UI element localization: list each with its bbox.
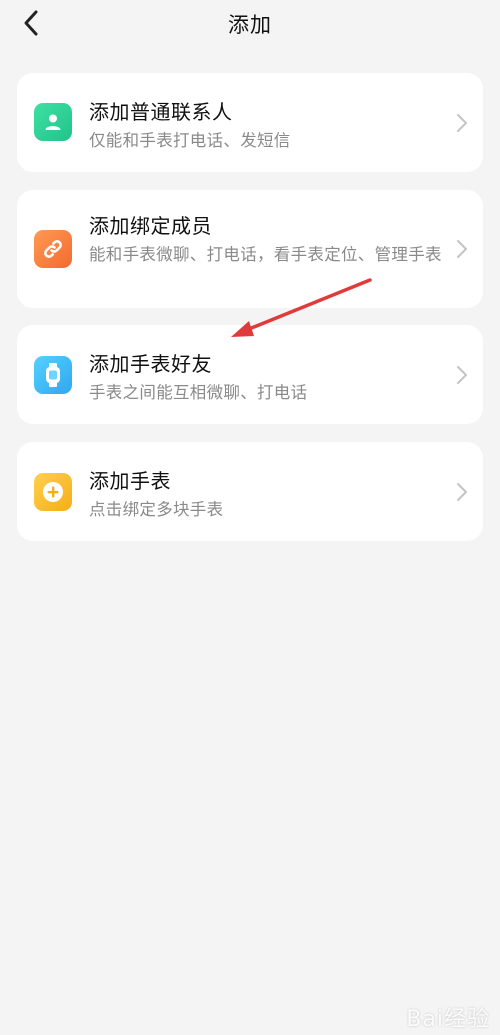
- chevron-right-icon: [457, 366, 467, 384]
- card-subtitle: 能和手表微聊、打电话，看手表定位、管理手表: [89, 245, 442, 264]
- card-title: 添加绑定成员: [89, 214, 212, 238]
- top-bar: 添加: [0, 0, 500, 48]
- chevron-right-icon: [457, 483, 467, 501]
- add-bound-member-card[interactable]: 添加绑定成员 能和手表微聊、打电话，看手表定位、管理手表: [17, 190, 483, 308]
- chevron-right-icon: [457, 114, 467, 132]
- card-subtitle: 点击绑定多块手表: [89, 500, 224, 519]
- plus-circle-icon: [34, 473, 72, 511]
- card-title: 添加手表: [89, 469, 171, 493]
- card-title: 添加普通联系人: [89, 100, 233, 124]
- link-icon: [34, 230, 72, 268]
- watermark: Bai经验: [406, 1007, 490, 1032]
- add-watch-friend-card[interactable]: 添加手表好友 手表之间能互相微聊、打电话: [17, 325, 483, 424]
- card-subtitle: 手表之间能互相微聊、打电话: [89, 383, 308, 402]
- page-title: 添加: [228, 13, 272, 37]
- card-title: 添加手表好友: [89, 352, 212, 376]
- chevron-right-icon: [457, 240, 467, 258]
- card-subtitle: 仅能和手表打电话、发短信: [89, 131, 291, 150]
- watch-icon: [34, 356, 72, 394]
- add-contact-card[interactable]: 添加普通联系人 仅能和手表打电话、发短信: [17, 73, 483, 172]
- person-icon: [34, 103, 72, 141]
- add-watch-card[interactable]: 添加手表 点击绑定多块手表: [17, 442, 483, 541]
